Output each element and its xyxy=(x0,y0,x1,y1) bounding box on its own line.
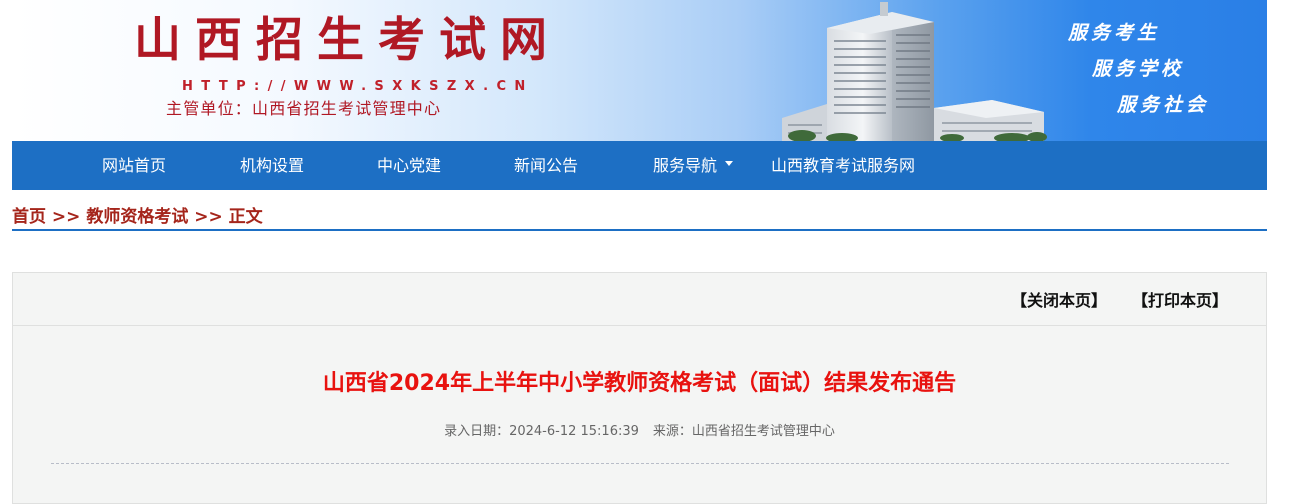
divider xyxy=(51,463,1229,464)
publish-date: 2024-6-12 15:16:39 xyxy=(509,424,639,439)
main-nav: 网站首页 机构设置 中心党建 新闻公告 服务导航 山西教育考试服务网 xyxy=(12,141,1267,190)
admin-unit: 主管单位：山西省招生考试管理中心 xyxy=(166,99,442,118)
nav-item-party-building[interactable]: 中心党建 xyxy=(377,141,441,190)
close-page-button[interactable]: 【关闭本页】 xyxy=(1011,273,1107,329)
nav-item-home[interactable]: 网站首页 xyxy=(102,141,166,190)
breadcrumb: 首页 >> 教师资格考试 >> 正文 xyxy=(12,205,1267,231)
date-label: 录入日期： xyxy=(444,424,510,439)
nav-item-news[interactable]: 新闻公告 xyxy=(514,141,578,190)
breadcrumb-separator: >> xyxy=(46,207,87,227)
breadcrumb-separator: >> xyxy=(188,207,229,227)
breadcrumb-section[interactable]: 教师资格考试 xyxy=(86,205,188,229)
slogan-serve-society: 服务社会 xyxy=(1117,94,1210,116)
article-meta: 录入日期：2024-6-12 15:16:39 来源：山西省招生考试管理中心 xyxy=(13,423,1266,441)
nav-item-service-nav[interactable]: 服务导航 xyxy=(653,141,717,190)
nav-item-exam-service-site[interactable]: 山西教育考试服务网 xyxy=(771,141,915,190)
slogan-serve-schools: 服务学校 xyxy=(1092,58,1185,80)
article-title: 山西省2024年上半年中小学教师资格考试（面试）结果发布通告 xyxy=(322,371,957,396)
chevron-down-icon[interactable] xyxy=(725,161,733,166)
site-url: HTTP://WWW.SXKSZX.CN xyxy=(182,79,534,94)
breadcrumb-home[interactable]: 首页 xyxy=(12,205,46,229)
article-source: 山西省招生考试管理中心 xyxy=(691,424,835,439)
breadcrumb-current: 正文 xyxy=(228,207,263,227)
article-toolbar: 【关闭本页】 【打印本页】 xyxy=(13,273,1266,326)
print-page-button[interactable]: 【打印本页】 xyxy=(1132,273,1228,329)
building-illustration xyxy=(782,2,1047,141)
nav-item-organization[interactable]: 机构设置 xyxy=(240,141,304,190)
slogan-serve-examinees: 服务考生 xyxy=(1068,22,1161,44)
header-banner: 山西招生考试网 HTTP://WWW.SXKSZX.CN 主管单位：山西省招生考… xyxy=(12,0,1267,141)
site-title: 山西招生考试网 xyxy=(134,13,561,68)
source-label: 来源： xyxy=(652,424,692,439)
article-panel: 【关闭本页】 【打印本页】 山西省2024年上半年中小学教师资格考试（面试）结果… xyxy=(12,272,1267,504)
